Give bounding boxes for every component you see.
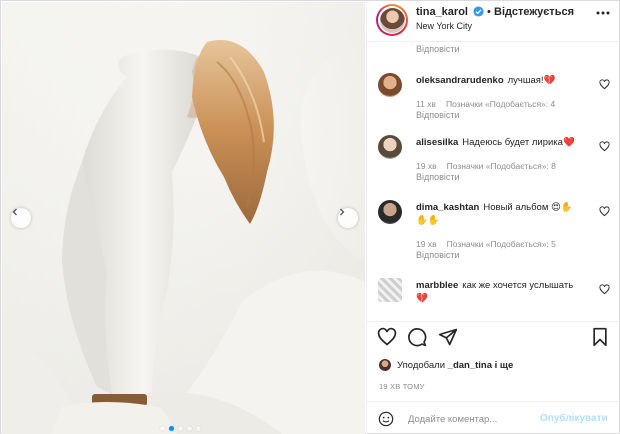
comment-text: marbblee как же хочется услышать 💔 <box>416 279 596 305</box>
smiley-icon[interactable] <box>378 411 394 427</box>
chevron-right-icon <box>340 208 345 216</box>
reply-link[interactable]: Відповісти <box>416 172 460 182</box>
commenter-username[interactable]: oleksandrarudenko <box>416 75 504 86</box>
author-avatar-image <box>379 7 405 33</box>
author-username[interactable]: tina_karol <box>416 6 468 18</box>
comment-emoji: 💔 <box>543 75 556 86</box>
comment-body: Новый альбом <box>483 202 549 213</box>
comment-like-icon[interactable] <box>599 284 610 295</box>
paper-plane-icon[interactable] <box>438 327 458 347</box>
commenter-avatar[interactable] <box>378 135 402 159</box>
next-slide-button[interactable] <box>338 208 358 228</box>
reply-link[interactable]: Відповісти <box>416 44 460 54</box>
liker-avatar[interactable] <box>379 359 391 371</box>
post-photo[interactable] <box>2 2 365 434</box>
comments-list: Відповісти oleksandrarudenko лучшая!💔 11 … <box>367 43 620 321</box>
liked-by-user[interactable]: _dan_tina <box>448 360 492 371</box>
commenter-avatar[interactable] <box>378 73 402 97</box>
comment-likes-count[interactable]: Позначки «Подобається»: 5 <box>447 239 556 249</box>
commenter-avatar[interactable] <box>378 200 402 224</box>
post-location[interactable]: New York City <box>416 21 472 31</box>
reply-link[interactable]: Відповісти <box>416 110 460 120</box>
commenter-avatar[interactable] <box>378 278 402 302</box>
liked-by-row: Уподобали _dan_tina і ще <box>379 359 513 371</box>
more-options-icon <box>596 11 610 15</box>
heart-icon[interactable] <box>377 327 397 347</box>
comment-body: лучшая! <box>507 75 544 86</box>
comment-time: 19 хв <box>416 239 437 249</box>
chevron-left-icon <box>12 208 17 216</box>
carousel-dot <box>196 426 201 431</box>
liked-by-others[interactable]: і ще <box>495 360 514 371</box>
post-header: tina_karol • Відстежується New York City <box>367 2 620 42</box>
carousel-indicator <box>160 426 201 431</box>
post-actions-bar <box>367 321 620 351</box>
comment-meta: 19 хв Позначки «Подобається»: 5 <box>416 239 566 249</box>
instagram-post-window: tina_karol • Відстежується New York City… <box>0 0 620 434</box>
comment-like-icon[interactable] <box>599 141 610 152</box>
comment-text: dima_kashtan Новый альбом 😍✋✋✋ <box>416 201 581 227</box>
comment-likes-count[interactable]: Позначки «Подобається»: 8 <box>447 161 556 171</box>
comment-emoji: 💔 <box>416 293 428 304</box>
comment-body: Надеюсь будет лирика <box>462 137 563 148</box>
comment-time: 19 хв <box>416 161 437 171</box>
carousel-dot <box>178 426 183 431</box>
comment-input[interactable] <box>408 411 538 427</box>
more-options-button[interactable] <box>596 8 610 18</box>
bookmark-icon[interactable] <box>590 327 610 347</box>
publish-button[interactable]: Опублікувати <box>540 413 608 424</box>
verified-badge-icon <box>473 6 484 17</box>
add-comment-section: Опублікувати <box>367 401 620 434</box>
carousel-dot <box>160 426 165 431</box>
carousel-dot-active <box>169 426 174 431</box>
comment-text: alisesilka Надеюсь будет лирика❤️ <box>416 136 596 149</box>
comment-time: 11 хв <box>416 99 436 109</box>
author-avatar[interactable] <box>376 4 408 36</box>
comment-emoji: ❤️ <box>562 137 575 148</box>
comment-bubble-icon[interactable] <box>407 327 427 347</box>
comment-text: oleksandrarudenko лучшая!💔 <box>416 74 596 87</box>
post-timestamp[interactable]: 19 ХВ ТОМУ <box>379 382 425 391</box>
carousel-dot <box>187 426 192 431</box>
comment-likes-count[interactable]: Позначки «Подобається»: 4 <box>446 99 555 109</box>
comment-meta: 11 хв Позначки «Подобається»: 4 <box>416 99 565 109</box>
commenter-username[interactable]: marbblee <box>416 280 458 291</box>
header-separator: • <box>487 6 491 18</box>
post-details-panel: tina_karol • Відстежується New York City… <box>366 2 620 434</box>
liked-by-prefix: Уподобали <box>397 359 446 371</box>
following-button[interactable]: Відстежується <box>494 6 574 18</box>
commenter-username[interactable]: dima_kashtan <box>416 202 479 213</box>
photo-illustration <box>2 2 365 434</box>
comment-like-icon[interactable] <box>599 206 610 217</box>
commenter-username[interactable]: alisesilka <box>416 137 458 148</box>
previous-slide-button[interactable] <box>11 208 31 228</box>
comment-like-icon[interactable] <box>599 79 610 90</box>
reply-link[interactable]: Відповісти <box>416 250 460 260</box>
comment-meta: 19 хв Позначки «Подобається»: 8 <box>416 161 566 171</box>
comment-body: как же хочется услышать <box>462 280 574 291</box>
